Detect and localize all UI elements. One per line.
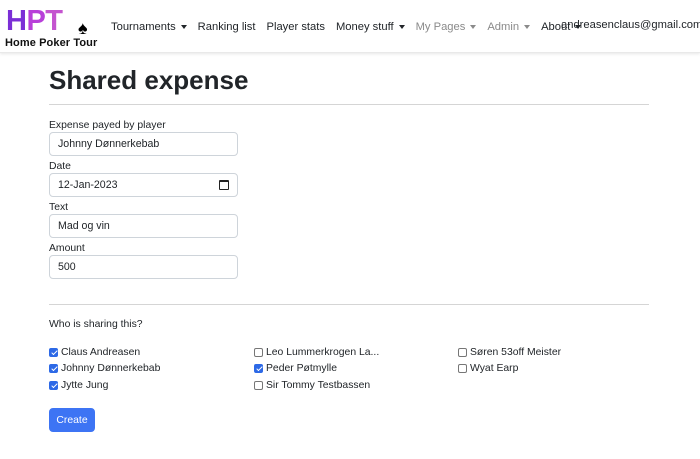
text-value: Mad og vin	[58, 220, 110, 232]
caret-down-icon	[398, 25, 405, 29]
date-input[interactable]: 12-Jan-2023	[49, 173, 238, 197]
player-name: Leo Lummerkrogen La...	[266, 346, 380, 358]
share-checkbox-sir-tommy-testbassen[interactable]: Sir Tommy Testbassen	[254, 378, 370, 392]
checkbox-checked-icon[interactable]	[49, 363, 58, 373]
nav-admin[interactable]: Admin	[487, 21, 531, 33]
player-name: Claus Andreasen	[61, 346, 141, 358]
nav-label: Admin	[487, 21, 520, 33]
player-name: Søren 53off Meister	[470, 346, 562, 358]
player-name: Johnny Dønnerkebab	[61, 362, 161, 374]
spade-icon: ♠	[78, 18, 88, 38]
text-label: Text	[49, 202, 69, 213]
nav-label: Player stats	[266, 21, 325, 33]
share-checkbox-leo-lummerkrogen[interactable]: Leo Lummerkrogen La...	[254, 345, 379, 359]
nav-player-stats[interactable]: Player stats	[267, 21, 325, 33]
amount-input[interactable]: 500	[49, 255, 238, 279]
player-name: Jytte Jung	[61, 379, 109, 391]
nav-label: My Pages	[415, 21, 466, 33]
caret-down-icon	[180, 25, 187, 29]
date-value: 12-Jan-2023	[58, 179, 118, 191]
brand-letters: HPT	[6, 5, 63, 37]
nav-user-email[interactable]: andreasenclaus@gmail.com	[561, 19, 700, 31]
checkbox-checked-icon[interactable]	[254, 363, 263, 373]
create-button[interactable]: Create	[49, 408, 95, 432]
title-divider	[49, 104, 649, 105]
nav-my-pages[interactable]: My Pages	[416, 21, 477, 33]
brand-letter-p: P	[26, 5, 46, 37]
payer-label: Expense payed by player	[49, 120, 166, 131]
top-navbar: HPT ♠ Home Poker Tour Tournaments Rankin…	[0, 0, 700, 53]
player-name: Sir Tommy Testbassen	[266, 379, 371, 391]
date-label: Date	[49, 161, 71, 172]
brand-logo[interactable]: HPT ♠ Home Poker Tour	[4, 5, 100, 49]
share-checkbox-claus-andreasen[interactable]: Claus Andreasen	[49, 345, 140, 359]
amount-value: 500	[58, 261, 76, 273]
payer-select[interactable]: Johnny Dønnerkebab	[49, 132, 238, 156]
share-checkbox-johnny-donnerkebab[interactable]: Johnny Dønnerkebab	[49, 361, 160, 375]
nav-label: Money stuff	[335, 21, 394, 33]
caret-down-icon	[524, 25, 531, 29]
sharing-question: Who is sharing this?	[49, 319, 143, 330]
page-title: Shared expense	[49, 65, 249, 95]
checkbox-unchecked-icon[interactable]	[458, 347, 467, 357]
amount-label: Amount	[49, 243, 85, 254]
nav-label: Tournaments	[111, 21, 176, 33]
nav-ranking-list[interactable]: Ranking list	[198, 21, 256, 33]
nav-label: Ranking list	[197, 21, 256, 33]
checkbox-unchecked-icon[interactable]	[458, 363, 467, 373]
checkbox-unchecked-icon[interactable]	[254, 380, 263, 390]
calendar-icon[interactable]	[219, 180, 229, 190]
nav-tournaments[interactable]: Tournaments	[111, 21, 187, 33]
main-nav: Tournaments Ranking list Player stats Mo…	[111, 19, 582, 35]
checkbox-checked-icon[interactable]	[49, 347, 58, 357]
player-name: Wyat Earp	[470, 362, 519, 374]
brand-letter-h: H	[6, 5, 27, 37]
text-input[interactable]: Mad og vin	[49, 214, 238, 238]
share-checkbox-wyat-earp[interactable]: Wyat Earp	[458, 361, 518, 375]
brand-subtitle: Home Poker Tour	[5, 37, 98, 49]
brand-letter-t: T	[45, 5, 63, 37]
section-divider	[49, 304, 649, 305]
share-checkbox-soren-53off-meister[interactable]: Søren 53off Meister	[458, 345, 561, 359]
caret-down-icon	[470, 25, 477, 29]
share-checkbox-jytte-jung[interactable]: Jytte Jung	[49, 378, 108, 392]
payer-value: Johnny Dønnerkebab	[58, 138, 160, 150]
share-checkbox-peder-potmylle[interactable]: Peder Pøtmylle	[254, 361, 337, 375]
nav-money-stuff[interactable]: Money stuff	[336, 21, 405, 33]
checkbox-unchecked-icon[interactable]	[254, 347, 263, 357]
checkbox-checked-icon[interactable]	[49, 380, 58, 390]
player-name: Peder Pøtmylle	[266, 362, 338, 374]
